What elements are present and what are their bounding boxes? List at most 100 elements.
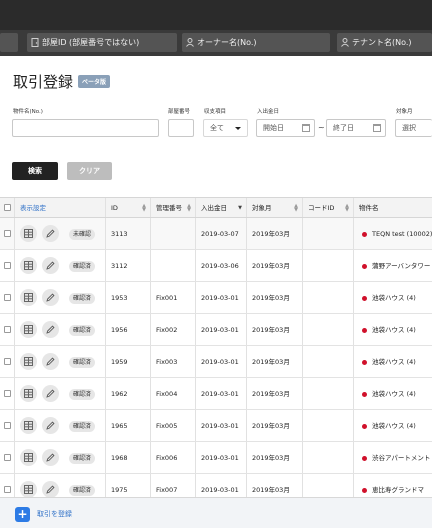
cell-property[interactable]: 池袋ハウス (4) (372, 410, 416, 441)
edit-pencil-icon[interactable] (42, 321, 59, 338)
month-select[interactable]: 選択 (395, 119, 432, 137)
detail-grid-icon[interactable] (20, 225, 37, 242)
header-mgmt-number[interactable]: 管理番号 ▲ ▼ (151, 198, 196, 217)
edit-pencil-icon[interactable] (42, 257, 59, 274)
edit-pencil-icon[interactable] (42, 289, 59, 306)
status-badge: 確認済 (69, 421, 96, 432)
header-property[interactable]: 物件名 (354, 198, 432, 217)
row-checkbox[interactable] (4, 326, 11, 333)
status-dot-icon (362, 360, 367, 365)
filter-chip-partial[interactable] (0, 33, 18, 52)
status-badge: 確認済 (69, 293, 96, 304)
cell-id: 3113 (106, 218, 151, 249)
edit-pencil-icon[interactable] (42, 353, 59, 370)
title-row: 取引登録 ベータ版 (13, 71, 111, 91)
table-row[interactable]: 確認済 1956 Fix002 2019-03-01 2019年03月 池袋ハウス (4) (0, 314, 432, 346)
cell-mgmt-number: Fix006 (151, 442, 196, 473)
type-select[interactable]: 全て (203, 119, 248, 137)
cell-code-id (303, 250, 354, 281)
filter-chip-label: 部屋ID (部屋番号ではない) (42, 38, 140, 47)
row-checkbox[interactable] (4, 294, 11, 301)
beta-badge: ベータ版 (78, 75, 111, 88)
table-row[interactable]: 確認済 1965 Fix005 2019-03-01 2019年03月 池袋ハウス (4) (0, 410, 432, 442)
person-icon (341, 38, 349, 47)
cell-code-id (303, 442, 354, 473)
select-all-checkbox[interactable] (4, 204, 11, 211)
row-checkbox[interactable] (4, 230, 11, 237)
property-input[interactable] (12, 119, 159, 137)
type-select-value: 全て (210, 124, 224, 132)
sort-icon: ▲ ▼ (187, 203, 191, 213)
row-checkbox[interactable] (4, 454, 11, 461)
display-settings-link[interactable]: 表示設定 (15, 198, 106, 217)
row-checkbox[interactable] (4, 486, 11, 493)
cell-property[interactable]: 渋谷アパートメント (372, 442, 430, 473)
detail-grid-icon[interactable] (20, 353, 37, 370)
detail-grid-icon[interactable] (20, 257, 37, 274)
status-badge: 確認済 (69, 261, 96, 272)
detail-grid-icon[interactable] (20, 481, 37, 498)
cell-property[interactable]: 池袋ハウス (4) (372, 378, 416, 409)
status-badge: 確認済 (69, 357, 96, 368)
date-end-input[interactable]: 終了日 (326, 119, 386, 137)
filter-chip-owner[interactable]: オーナー名(No.) (182, 33, 330, 52)
cell-date: 2019-03-01 (196, 410, 247, 441)
status-badge: 確認済 (69, 325, 96, 336)
cell-target-month: 2019年03月 (247, 346, 303, 377)
room-input[interactable] (168, 119, 194, 137)
cell-date: 2019-03-01 (196, 442, 247, 473)
status-dot-icon (362, 296, 367, 301)
cell-property[interactable]: 蒲野アーバンタワー (372, 250, 430, 281)
status-badge: 確認済 (69, 453, 96, 464)
detail-grid-icon[interactable] (20, 289, 37, 306)
cell-id: 1965 (106, 410, 151, 441)
detail-grid-icon[interactable] (20, 449, 37, 466)
edit-pencil-icon[interactable] (42, 417, 59, 434)
table-row[interactable]: 確認済 1962 Fix004 2019-03-01 2019年03月 池袋ハウス (4) (0, 378, 432, 410)
cell-target-month: 2019年03月 (247, 442, 303, 473)
cell-code-id (303, 346, 354, 377)
filter-chip-room-id[interactable]: 部屋ID (部屋番号ではない) (27, 33, 177, 52)
row-checkbox[interactable] (4, 262, 11, 269)
date-start-input[interactable]: 開始日 (256, 119, 315, 137)
detail-grid-icon[interactable] (20, 321, 37, 338)
filter-chip-label: オーナー名(No.) (197, 38, 257, 47)
add-transaction-link[interactable]: 取引を登録 (37, 509, 72, 519)
add-icon[interactable]: + (15, 507, 30, 522)
cell-mgmt-number: Fix003 (151, 346, 196, 377)
table-row[interactable]: 確認済 1968 Fix006 2019-03-01 2019年03月 渋谷アパートメント (0, 442, 432, 474)
edit-pencil-icon[interactable] (42, 225, 59, 242)
row-checkbox[interactable] (4, 358, 11, 365)
table-row[interactable]: 確認済 1959 Fix003 2019-03-01 2019年03月 池袋ハウス (4) (0, 346, 432, 378)
header-target-month[interactable]: 対象月 ▲ ▼ (247, 198, 303, 217)
header-date[interactable]: 入出金日 ▼ (196, 198, 247, 217)
status-badge: 未確認 (69, 229, 96, 240)
edit-pencil-icon[interactable] (42, 481, 59, 498)
cell-property[interactable]: 池袋ハウス (4) (372, 314, 416, 345)
cell-property[interactable]: 池袋ハウス (4) (372, 282, 416, 313)
filter-chip-label: テナント名(No.) (352, 38, 412, 47)
clear-button[interactable]: クリア (67, 162, 112, 180)
table-row[interactable]: 確認済 3112 2019-03-06 2019年03月 蒲野アーバンタワー (0, 250, 432, 282)
edit-pencil-icon[interactable] (42, 449, 59, 466)
row-checkbox[interactable] (4, 422, 11, 429)
table-row[interactable]: 未確認 3113 2019-03-07 2019年03月 TEQN test (1000… (0, 218, 432, 250)
header-code-id[interactable]: コードID ▲ ▼ (303, 198, 354, 217)
search-button[interactable]: 検索 (12, 162, 58, 180)
detail-grid-icon[interactable] (20, 417, 37, 434)
status-dot-icon (362, 328, 367, 333)
row-checkbox[interactable] (4, 390, 11, 397)
door-icon (31, 38, 39, 47)
edit-pencil-icon[interactable] (42, 385, 59, 402)
cell-property[interactable]: TEQN test (10002) (372, 218, 432, 249)
table-row[interactable]: 確認済 1953 Fix001 2019-03-01 2019年03月 池袋ハウス (4) (0, 282, 432, 314)
top-bar (0, 0, 432, 30)
detail-grid-icon[interactable] (20, 385, 37, 402)
header-id[interactable]: ID ▲ ▼ (106, 198, 151, 217)
transactions-table: 表示設定 ID ▲ ▼ 管理番号 ▲ ▼ 入出金日 ▼ 対象月 ▲ ▼ コードID ▲… (0, 197, 432, 506)
cell-property[interactable]: 池袋ハウス (4) (372, 346, 416, 377)
filter-chip-tenant[interactable]: テナント名(No.) (337, 33, 432, 52)
table-header: 表示設定 ID ▲ ▼ 管理番号 ▲ ▼ 入出金日 ▼ 対象月 ▲ ▼ コードID ▲… (0, 198, 432, 218)
property-label: 物件名(No.) (13, 109, 43, 115)
cell-target-month: 2019年03月 (247, 218, 303, 249)
